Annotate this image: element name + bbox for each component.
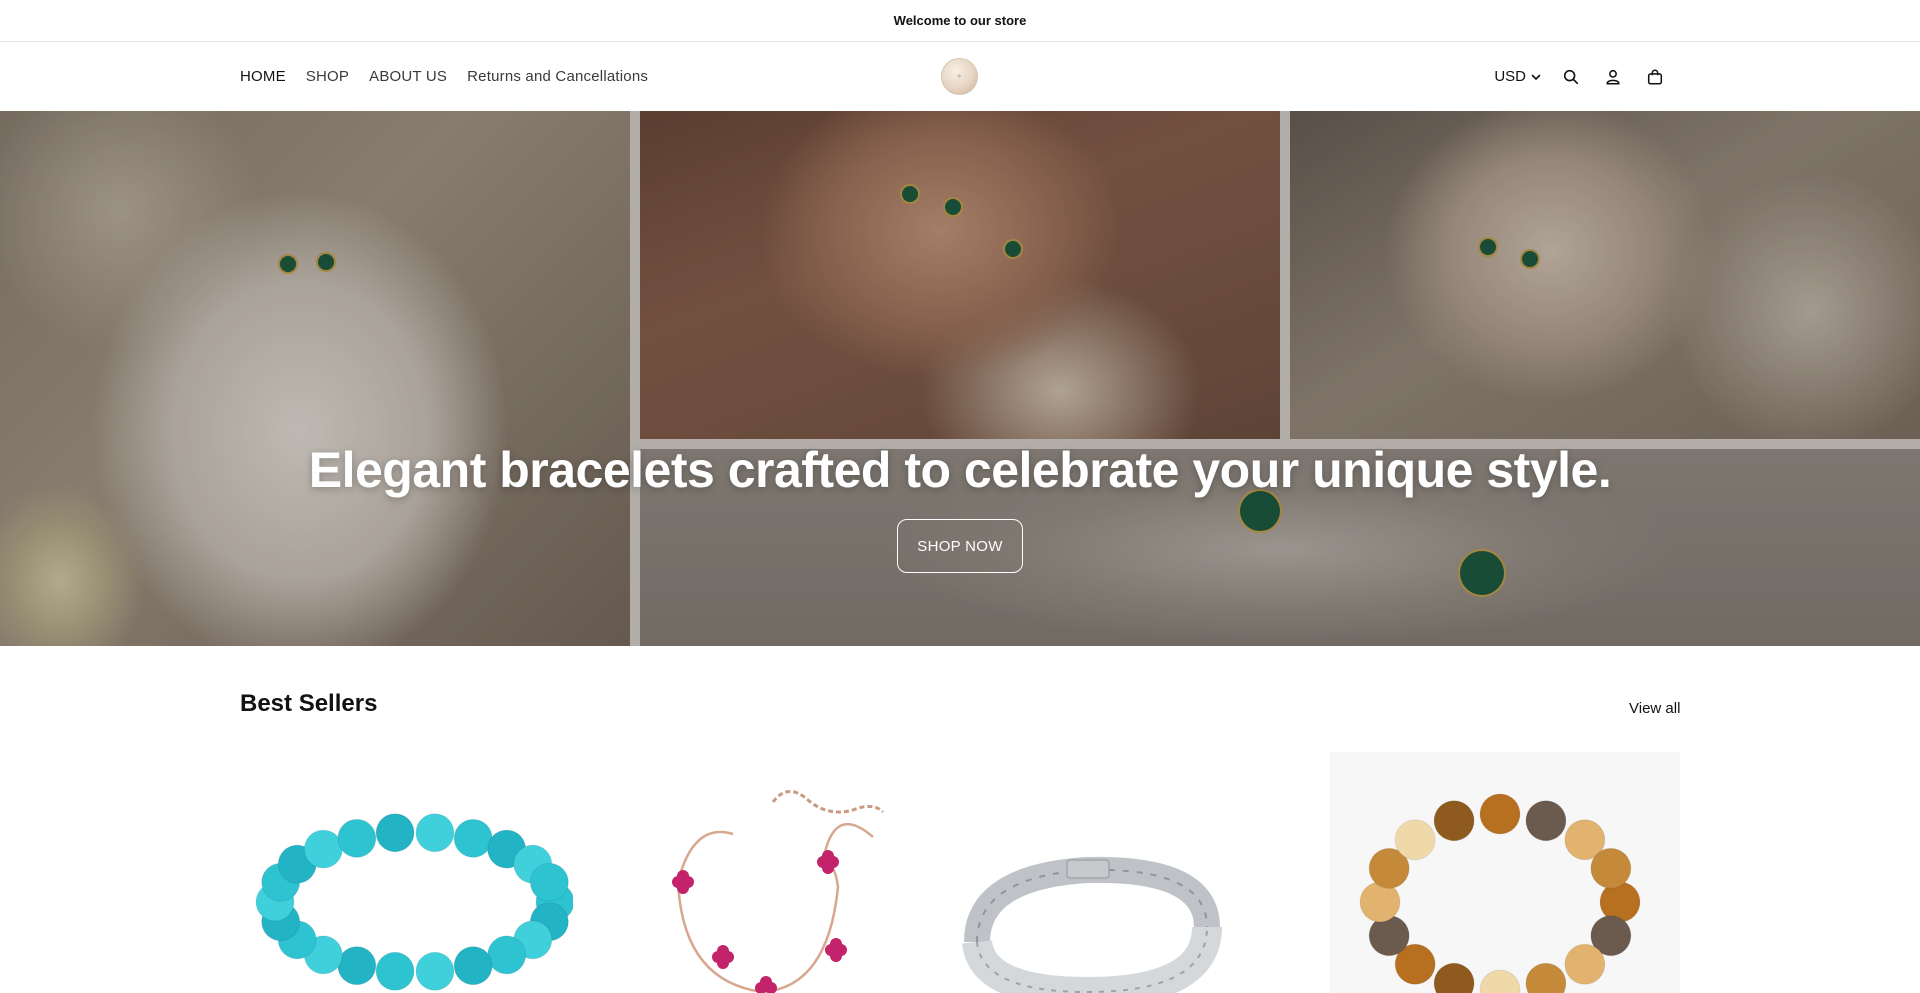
tigers-eye-bracelet-image (1359, 793, 1641, 993)
bead (375, 813, 415, 853)
currency-selector[interactable]: USD (1494, 68, 1542, 85)
cart-icon (1647, 69, 1663, 85)
bead (337, 818, 377, 858)
currency-label: USD (1494, 68, 1526, 85)
product-card[interactable] (1330, 752, 1680, 993)
bead (1394, 819, 1436, 861)
nav-item-home[interactable]: HOME (240, 68, 286, 85)
announcement-bar: Welcome to our store (0, 0, 1920, 42)
nav-item-returns[interactable]: Returns and Cancellations (467, 68, 648, 85)
bead (1590, 847, 1632, 889)
view-all-link[interactable]: View all (1629, 700, 1680, 717)
bead (1525, 962, 1567, 993)
bead (1433, 800, 1475, 842)
bead (529, 862, 569, 902)
nav-item-about-us[interactable]: ABOUT US (369, 68, 447, 85)
turquoise-bracelet-image (255, 813, 575, 991)
nav-item-shop[interactable]: SHOP (306, 68, 349, 85)
store-logo[interactable]: ✧ (941, 58, 978, 95)
hero-title: Elegant bracelets crafted to celebrate y… (308, 442, 1612, 498)
hero-banner: Elegant bracelets crafted to celebrate y… (0, 111, 1920, 646)
search-icon (1563, 69, 1579, 84)
bead (1564, 943, 1606, 985)
bead (1479, 793, 1521, 835)
bead (1525, 800, 1567, 842)
site-header: HOME SHOP ABOUT US Returns and Cancellat… (0, 42, 1920, 111)
shop-now-button[interactable]: SHOP NOW (897, 519, 1023, 573)
logo-mark: ✧ (956, 73, 963, 80)
best-sellers-title: Best Sellers (240, 690, 378, 717)
product-card[interactable] (907, 752, 1257, 993)
bead (415, 813, 455, 853)
bead (375, 951, 415, 991)
header-actions: USD (1494, 42, 1668, 111)
bead (487, 935, 527, 975)
main-nav: HOME SHOP ABOUT US Returns and Cancellat… (240, 42, 648, 111)
account-button[interactable] (1600, 64, 1626, 90)
bead (453, 818, 493, 858)
pink-clover-bracelet-image (672, 790, 885, 993)
bead (1479, 969, 1521, 993)
chevron-down-icon (1531, 74, 1541, 80)
product-card[interactable] (573, 752, 923, 993)
search-button[interactable] (1558, 64, 1584, 90)
bead (337, 946, 377, 986)
cart-button[interactable] (1642, 64, 1668, 90)
bead (1433, 962, 1475, 993)
bead (303, 829, 343, 869)
bead (415, 951, 455, 991)
bead (453, 946, 493, 986)
product-card[interactable] (240, 752, 590, 993)
account-icon (1606, 69, 1620, 85)
announcement-text: Welcome to our store (893, 13, 1027, 28)
silver-tennis-bracelet-image (962, 856, 1222, 993)
